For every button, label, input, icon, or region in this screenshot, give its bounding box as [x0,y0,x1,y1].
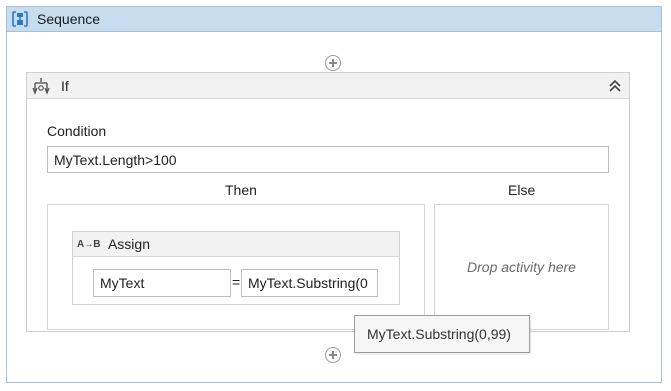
if-header[interactable]: If [27,73,629,99]
else-branch-drop-area[interactable]: Drop activity here [434,204,609,330]
if-title: If [61,77,69,94]
drop-activity-placeholder: Drop activity here [467,259,576,275]
then-branch-area[interactable]: A→B Assign MyText = MyText.Substring(0 [47,204,425,330]
expression-tooltip: MyText.Substring(0,99) [354,315,530,353]
assign-value-input[interactable]: MyText.Substring(0 [241,269,378,297]
assign-activity[interactable]: A→B Assign MyText = MyText.Substring(0 [72,231,400,305]
sequence-header[interactable]: Sequence [7,7,661,32]
condition-input[interactable]: MyText.Length>100 [47,146,609,173]
assign-icon: A→B [77,238,100,250]
sequence-title: Sequence [37,11,101,27]
else-label: Else [508,182,536,198]
assign-header[interactable]: A→B Assign [73,232,399,257]
add-activity-top-plus-icon[interactable] [325,55,341,71]
equals-sign: = [232,274,241,290]
sequence-icon [12,11,28,27]
if-icon [32,77,50,95]
condition-label: Condition [47,123,107,139]
then-label: Then [225,182,257,198]
add-activity-bottom-plus-icon[interactable] [325,347,341,363]
assign-to-input[interactable]: MyText [93,269,231,297]
if-activity[interactable]: If Condition MyText.Length>100 Then Else… [26,72,630,332]
assign-title: Assign [107,236,150,252]
double-chevron-up-icon[interactable] [607,78,623,94]
